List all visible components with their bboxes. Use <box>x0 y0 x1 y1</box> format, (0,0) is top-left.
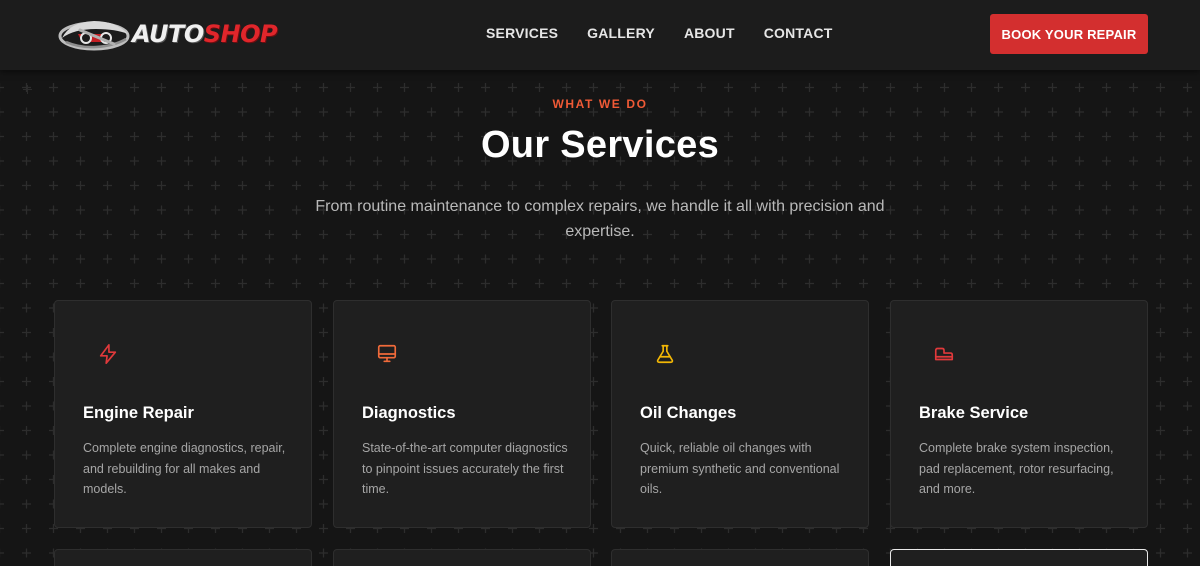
section-eyebrow: WHAT WE DO <box>552 97 648 111</box>
service-title: Brake Service <box>919 404 1029 422</box>
flask-icon <box>656 344 674 364</box>
service-title: Oil Changes <box>640 404 737 422</box>
logo-word-shop: SHOP <box>203 20 278 48</box>
nav-link-gallery[interactable]: GALLERY <box>587 25 655 43</box>
logo[interactable]: AUTOSHOP <box>56 12 278 56</box>
service-description: Complete brake system inspection, pad re… <box>919 441 1114 497</box>
brake-shoe-icon <box>934 347 954 361</box>
service-description: Complete engine diagnostics, repair, and… <box>83 441 286 497</box>
service-card-partial[interactable] <box>611 549 869 566</box>
service-description: State-of-the-art computer diagnostics to… <box>362 441 568 497</box>
logo-word-auto: AUTO <box>132 20 204 48</box>
lightning-icon <box>99 344 117 364</box>
monitor-icon <box>377 344 397 363</box>
book-repair-button[interactable]: BOOK YOUR REPAIR <box>990 14 1148 54</box>
nav-link-services[interactable]: SERVICES <box>486 25 558 43</box>
service-card-brake-service[interactable]: Brake Service Complete brake system insp… <box>890 300 1148 528</box>
service-card-oil-changes[interactable]: Oil Changes Quick, reliable oil changes … <box>611 300 869 528</box>
service-description: Quick, reliable oil changes with premium… <box>640 441 840 497</box>
nav-link-about[interactable]: ABOUT <box>684 25 735 43</box>
service-title: Diagnostics <box>362 404 456 422</box>
car-wrench-logo-icon <box>58 21 130 51</box>
service-card-partial[interactable] <box>54 549 312 566</box>
section-title: Our Services <box>480 124 720 166</box>
nav-link-contact[interactable]: CONTACT <box>764 25 833 43</box>
service-card-engine-repair[interactable]: Engine Repair Complete engine diagnostic… <box>54 300 312 528</box>
page: AUTOSHOP SERVICES GALLERY ABOUT CONTACT … <box>0 0 1200 566</box>
section-subtitle: From routine maintenance to complex repa… <box>315 198 885 240</box>
service-title: Engine Repair <box>83 404 194 422</box>
site-header: AUTOSHOP SERVICES GALLERY ABOUT CONTACT … <box>0 0 1200 70</box>
service-card-diagnostics[interactable]: Diagnostics State-of-the-art computer di… <box>333 300 591 528</box>
service-card-partial-highlighted[interactable] <box>890 549 1148 566</box>
service-card-partial[interactable] <box>333 549 591 566</box>
logo-wordmark: AUTOSHOP <box>132 20 278 48</box>
main-nav: SERVICES GALLERY ABOUT CONTACT <box>486 25 833 43</box>
